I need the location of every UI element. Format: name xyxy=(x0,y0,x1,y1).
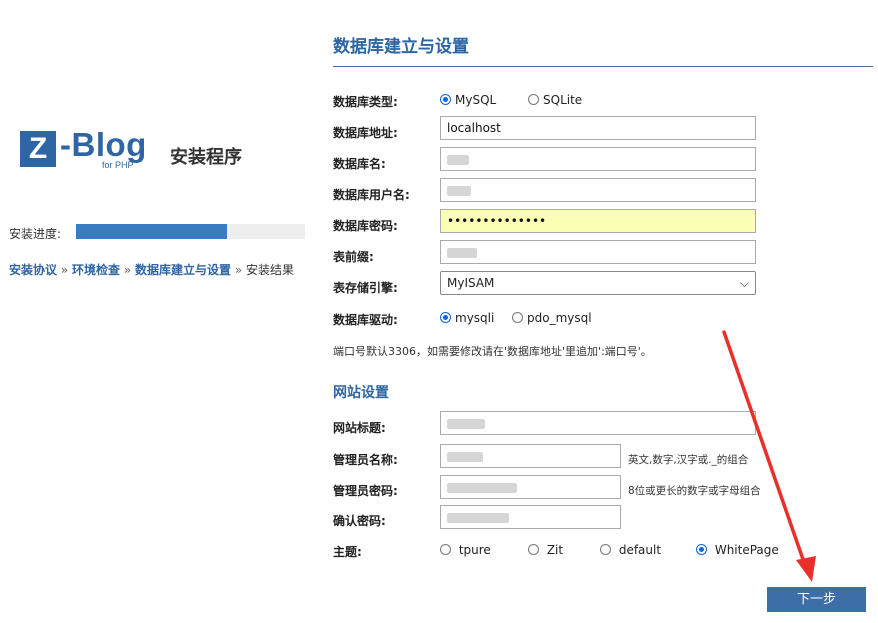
step-result: 安装结果 xyxy=(246,263,295,277)
db-user-label: 数据库用户名: xyxy=(333,188,410,202)
db-driver-label: 数据库驱动: xyxy=(333,313,398,327)
site-title-input[interactable] xyxy=(440,411,756,435)
db-type-mysql-option[interactable]: MySQL xyxy=(440,93,496,107)
obscured-value xyxy=(447,451,483,462)
radio-icon[interactable] xyxy=(600,544,611,555)
theme-label: 主题: xyxy=(333,545,362,559)
admin-password-label: 管理员密码: xyxy=(333,484,398,498)
logo-z-mark: Z xyxy=(20,131,56,167)
db-user-input[interactable] xyxy=(440,178,756,202)
admin-password-hint: 8位或更长的数字或字母组合 xyxy=(628,485,761,497)
step-database-setup[interactable]: 数据库建立与设置 xyxy=(135,263,231,277)
chevron-down-icon: ⌵ xyxy=(739,276,749,290)
title-divider xyxy=(333,66,873,67)
engine-select[interactable]: MyISAM ⌵ xyxy=(440,271,756,295)
admin-password-input[interactable] xyxy=(440,475,621,499)
step-environment-check[interactable]: 环境检查 xyxy=(72,263,120,277)
radio-icon[interactable] xyxy=(528,544,539,555)
radio-icon[interactable] xyxy=(440,544,451,555)
admin-name-input[interactable] xyxy=(440,444,621,468)
radio-icon[interactable] xyxy=(512,312,523,323)
confirm-password-label: 确认密码: xyxy=(333,514,386,528)
zblog-logo: Z -Blog for PHP 安装程序 xyxy=(20,126,270,171)
next-button[interactable]: 下一步 xyxy=(767,587,866,612)
obscured-value xyxy=(447,154,469,165)
breadcrumb-separator: » xyxy=(234,263,243,277)
db-type-sqlite-option[interactable]: SQLite xyxy=(528,93,582,107)
table-prefix-input[interactable] xyxy=(440,240,756,264)
db-host-label: 数据库地址: xyxy=(333,126,398,140)
theme-default-option[interactable]: default xyxy=(600,543,661,557)
obscured-value xyxy=(447,185,471,196)
obscured-value xyxy=(447,482,517,493)
driver-pdo-mysql-option[interactable]: pdo_mysql xyxy=(512,311,592,325)
breadcrumb-separator: » xyxy=(60,263,69,277)
theme-tpure-option[interactable]: tpure xyxy=(440,543,491,557)
confirm-password-input[interactable] xyxy=(440,505,621,529)
breadcrumb: 安装协议 » 环境检查 » 数据库建立与设置 » 安装结果 xyxy=(9,261,294,278)
progress-bar xyxy=(76,224,305,239)
db-name-label: 数据库名: xyxy=(333,157,386,171)
admin-name-label: 管理员名称: xyxy=(333,453,398,467)
progress-label: 安装进度: xyxy=(9,227,62,241)
db-host-input[interactable]: localhost xyxy=(440,116,756,140)
port-note: 端口号默认3306，如需要修改请在'数据库地址'里追加':端口号'。 xyxy=(333,345,652,358)
logo-subtitle: for PHP xyxy=(102,160,134,170)
obscured-value xyxy=(447,418,485,429)
breadcrumb-separator: » xyxy=(123,263,132,277)
site-settings-heading: 网站设置 xyxy=(333,385,389,401)
engine-label: 表存储引擎: xyxy=(333,281,398,295)
installer-title: 安装程序 xyxy=(170,147,242,168)
site-title-label: 网站标题: xyxy=(333,421,386,435)
db-password-input[interactable]: •••••••••••••• xyxy=(440,209,756,233)
logo-wordmark: -Blog xyxy=(60,126,147,163)
theme-whitepage-option[interactable]: WhitePage xyxy=(696,543,779,557)
db-type-label: 数据库类型: xyxy=(333,95,398,109)
obscured-value xyxy=(447,247,477,258)
step-license[interactable]: 安装协议 xyxy=(9,263,57,277)
driver-mysqli-option[interactable]: mysqli xyxy=(440,311,494,325)
engine-selected-value: MyISAM xyxy=(447,276,495,290)
theme-zit-option[interactable]: Zit xyxy=(528,543,563,557)
radio-selected-icon[interactable] xyxy=(696,544,707,555)
admin-name-hint: 英文,数字,汉字或._的组合 xyxy=(628,454,749,466)
table-prefix-label: 表前缀: xyxy=(333,250,374,264)
radio-icon[interactable] xyxy=(528,94,539,105)
radio-selected-icon[interactable] xyxy=(440,94,451,105)
db-password-label: 数据库密码: xyxy=(333,219,398,233)
obscured-value xyxy=(447,512,509,523)
db-name-input[interactable] xyxy=(440,147,756,171)
page-title: 数据库建立与设置 xyxy=(333,37,469,57)
annotation-arrow-icon xyxy=(722,330,816,582)
radio-selected-icon[interactable] xyxy=(440,312,451,323)
progress-fill xyxy=(76,224,228,239)
